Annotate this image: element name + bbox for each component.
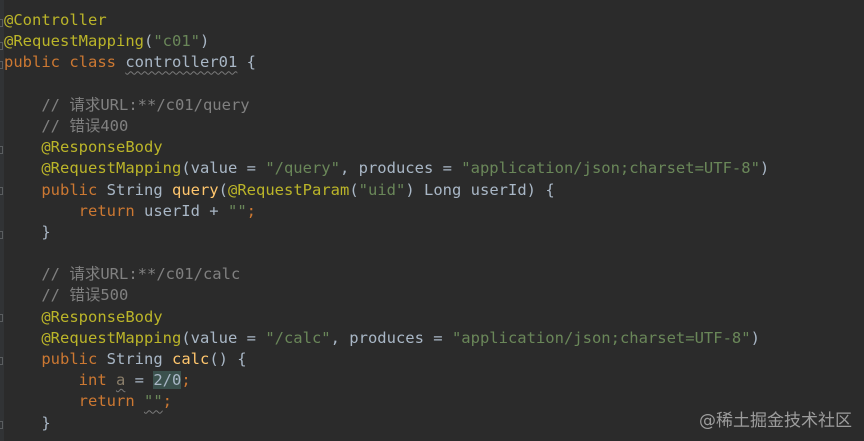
code-line[interactable]: // 错误500 — [4, 285, 864, 306]
code-token: int — [78, 371, 116, 390]
code-token: "c01" — [153, 32, 200, 51]
fold-marker-icon[interactable] — [0, 421, 3, 429]
code-line[interactable]: public String query(@RequestParam("uid")… — [4, 180, 864, 201]
code-line[interactable]: public String calc() { — [4, 349, 864, 370]
code-token: (value = — [181, 159, 266, 178]
code-line[interactable]: @ResponseBody — [4, 137, 864, 158]
code-line[interactable] — [4, 243, 864, 264]
code-token: return — [78, 201, 144, 220]
code-line[interactable]: // 请求URL:**/c01/query — [4, 95, 864, 116]
code-token: { — [237, 53, 256, 72]
code-editor[interactable]: @Controller @RequestMapping("c01") public … — [0, 0, 864, 441]
code-line[interactable]: // 错误400 — [4, 116, 864, 137]
code-token: // 错误500 — [4, 286, 129, 305]
code-token: // 请求URL:**/c01/query — [4, 95, 250, 114]
code-token: "/query" — [265, 159, 340, 178]
code-token: public — [41, 350, 107, 368]
code-token: String — [106, 350, 172, 368]
code-token: = — [125, 371, 154, 390]
code-token: ( — [349, 180, 359, 199]
code-token: ; — [181, 371, 191, 390]
code-token: } — [4, 413, 51, 432]
code-token: "" — [143, 392, 163, 411]
code-token: "uid" — [358, 180, 406, 199]
code-token: @ResponseBody — [41, 307, 163, 326]
code-line[interactable]: @RequestMapping("c01") — [4, 31, 864, 52]
code-token: 2/0 — [153, 371, 182, 390]
code-token: return — [78, 392, 144, 411]
code-token: "application/json;charset=UTF-8" — [461, 159, 760, 178]
code-token: a — [115, 371, 126, 390]
code-line[interactable]: return userId + ""; — [4, 201, 864, 222]
code-token: "/calc" — [265, 328, 331, 347]
code-token: ) Long userId) { — [405, 180, 555, 199]
fold-marker-icon[interactable] — [0, 187, 3, 195]
code-token: @RequestMapping — [41, 159, 182, 178]
code-line[interactable]: // 请求URL:**/c01/calc — [4, 264, 864, 285]
code-line[interactable] — [4, 74, 864, 95]
code-token: ( — [218, 180, 228, 199]
code-line[interactable]: public class controller01 { — [4, 52, 864, 73]
fold-marker-icon[interactable] — [0, 231, 3, 239]
code-line[interactable]: } — [4, 222, 864, 243]
fold-marker-icon[interactable] — [0, 357, 3, 365]
watermark: @稀土掘金技术社区 — [699, 411, 852, 431]
code-token: @RequestMapping — [4, 32, 144, 51]
code-line[interactable]: @Controller — [4, 10, 864, 31]
code-line[interactable]: @RequestMapping(value = "/query", produc… — [4, 158, 864, 179]
code-token: (value = — [181, 328, 266, 347]
fold-marker-icon[interactable] — [0, 146, 3, 154]
code-token: @RequestMapping — [41, 328, 182, 347]
code-token: userId + — [143, 201, 228, 220]
code-token: // 错误400 — [4, 116, 129, 135]
code-token: // 请求URL:**/c01/calc — [4, 265, 241, 284]
code-token: ) — [200, 32, 210, 51]
code-token: ; — [246, 201, 256, 220]
code-token: "" — [227, 201, 247, 220]
code-token: ) — [750, 328, 760, 347]
code-token: } — [4, 222, 51, 241]
code-token: controller01 — [125, 53, 238, 72]
code-line[interactable]: int a = 2/0; — [4, 370, 864, 391]
fold-marker-icon[interactable] — [0, 42, 3, 50]
code-token: , produces = — [330, 328, 452, 347]
code-token: ) — [759, 159, 770, 178]
code-line[interactable]: @ResponseBody — [4, 307, 864, 328]
code-token: ( — [143, 32, 154, 51]
code-token: public — [41, 180, 107, 199]
code-token: @Controller — [4, 11, 107, 29]
code-token: "application/json;charset=UTF-8" — [451, 328, 751, 347]
code-token: query — [171, 180, 219, 199]
code-token: ; — [162, 392, 172, 411]
code-token: @ResponseBody — [41, 138, 163, 157]
code-token: , produces = — [339, 159, 462, 178]
code-token: String — [106, 180, 172, 199]
fold-marker-icon[interactable] — [0, 61, 3, 69]
code-line[interactable]: @RequestMapping(value = "/calc", produce… — [4, 328, 864, 349]
code-area[interactable]: @Controller @RequestMapping("c01") public … — [4, 10, 864, 434]
code-token: public class — [4, 53, 126, 72]
code-token: @RequestParam — [228, 180, 350, 199]
code-token: calc — [171, 350, 210, 368]
fold-marker-icon[interactable] — [0, 314, 3, 322]
fold-marker-icon[interactable] — [0, 19, 3, 27]
code-token: () { — [209, 350, 247, 368]
